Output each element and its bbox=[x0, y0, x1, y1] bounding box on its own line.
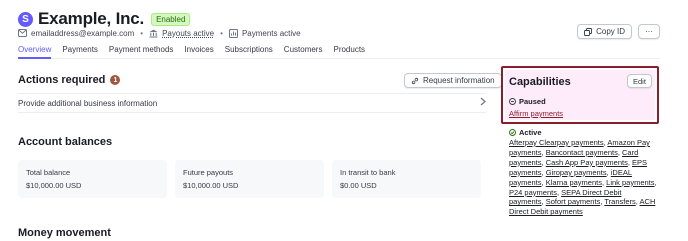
tab-payments[interactable]: Payments bbox=[62, 44, 98, 59]
chevron-right-icon bbox=[480, 97, 486, 109]
balance-card-total: Total balance $10,000.00 USD bbox=[18, 160, 167, 198]
tab-invoices[interactable]: Invoices bbox=[184, 44, 213, 59]
header-actions: Copy ID ··· bbox=[577, 24, 660, 39]
tab-subscriptions[interactable]: Subscriptions bbox=[225, 44, 273, 59]
payments-status: Payments active bbox=[241, 28, 301, 38]
paused-label: Paused bbox=[519, 97, 546, 106]
balance-card-value: $0.00 USD bbox=[340, 181, 377, 190]
more-icon: ··· bbox=[645, 27, 653, 36]
paused-heading: Paused bbox=[509, 97, 546, 106]
request-information-button[interactable]: Request information bbox=[404, 73, 502, 88]
balance-card-value: $10,000.00 USD bbox=[183, 181, 239, 190]
balance-card-label: In transit to bank bbox=[340, 168, 396, 177]
account-balances-title: Account balances bbox=[18, 136, 113, 148]
account-name: Example, Inc. bbox=[38, 9, 145, 28]
account-meta: emailaddress@example.com • Payouts activ… bbox=[18, 27, 301, 39]
active-capability-link[interactable]: Giropay payments bbox=[546, 168, 607, 177]
capabilities-title: Capabilities bbox=[509, 76, 571, 88]
active-heading: Active bbox=[509, 128, 542, 137]
balance-card-value: $10,000.00 USD bbox=[26, 181, 82, 190]
account-logo: S bbox=[18, 11, 33, 27]
account-email: emailaddress@example.com bbox=[31, 28, 135, 38]
tab-customers[interactable]: Customers bbox=[284, 44, 323, 59]
active-capability-link[interactable]: Afterpay Clearpay payments bbox=[509, 138, 604, 147]
balance-card-label: Total balance bbox=[26, 168, 71, 177]
bank-icon bbox=[149, 29, 158, 38]
balance-card-future: Future payouts $10,000.00 USD bbox=[175, 160, 324, 198]
active-capabilities-list: Afterpay Clearpay payments, Amazon Pay p… bbox=[509, 138, 657, 217]
action-item-label: Provide additional business information bbox=[18, 98, 158, 108]
active-capability-link[interactable]: Transfers bbox=[604, 197, 635, 206]
active-capability-link[interactable]: P24 payments bbox=[509, 188, 557, 197]
balance-cards: Total balance $10,000.00 USD Future payo… bbox=[18, 160, 481, 198]
copy-id-label: Copy ID bbox=[596, 27, 625, 36]
request-information-label: Request information bbox=[423, 76, 495, 85]
status-badge: Enabled bbox=[151, 12, 191, 26]
tab-products[interactable]: Products bbox=[333, 44, 365, 59]
mail-icon bbox=[18, 29, 27, 38]
active-label: Active bbox=[519, 128, 542, 137]
balance-card-transit: In transit to bank $0.00 USD bbox=[332, 160, 481, 198]
actions-required-title: Actions required bbox=[18, 74, 106, 86]
active-capability-link[interactable]: Cash App Pay payments bbox=[546, 158, 628, 167]
money-movement-title: Money movement bbox=[18, 227, 111, 239]
copy-icon bbox=[584, 27, 593, 36]
check-circle-icon bbox=[509, 129, 516, 136]
tab-payment-methods[interactable]: Payment methods bbox=[109, 44, 173, 59]
action-item-row[interactable]: Provide additional business information bbox=[18, 93, 486, 113]
balance-card-label: Future payouts bbox=[183, 168, 234, 177]
link-icon bbox=[411, 77, 419, 85]
edit-capabilities-button[interactable]: Edit bbox=[627, 74, 652, 88]
active-capability-link[interactable]: Link payments bbox=[606, 178, 654, 187]
paused-capability-link[interactable]: Affirm payments bbox=[509, 109, 563, 118]
payouts-status[interactable]: Payouts active bbox=[162, 29, 214, 38]
tab-bar: Overview Payments Payment methods Invoices S… bbox=[18, 44, 660, 59]
active-capability-link[interactable]: Bancontact payments bbox=[546, 148, 618, 157]
paused-icon bbox=[509, 98, 516, 105]
tab-overview[interactable]: Overview bbox=[18, 44, 52, 59]
actions-required-heading: Actions required 1 bbox=[18, 74, 121, 86]
active-capability-link[interactable]: Klarna payments bbox=[546, 178, 602, 187]
copy-id-button[interactable]: Copy ID bbox=[577, 24, 632, 39]
payments-icon bbox=[228, 28, 238, 38]
actions-count-badge: 1 bbox=[110, 75, 121, 85]
more-options-button[interactable]: ··· bbox=[638, 24, 660, 39]
active-capability-link[interactable]: Sofort payments bbox=[546, 197, 601, 206]
